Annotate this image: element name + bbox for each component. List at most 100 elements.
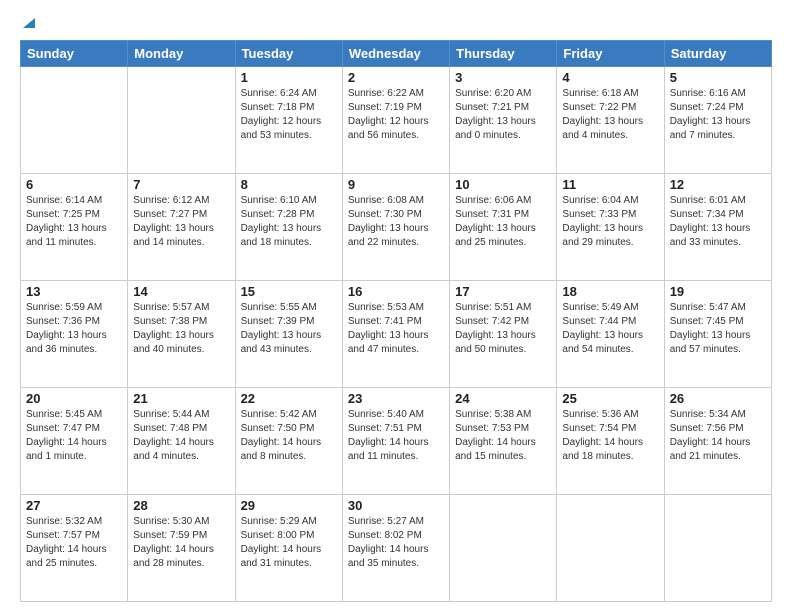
calendar-week-3: 13 Sunrise: 5:59 AM Sunset: 7:36 PM Dayli… <box>21 281 772 388</box>
day-number: 8 <box>241 177 337 192</box>
day-info: Sunrise: 6:12 AM Sunset: 7:27 PM Dayligh… <box>133 194 229 250</box>
calendar-cell: 5 Sunrise: 6:16 AM Sunset: 7:24 PM Daylig… <box>664 67 771 174</box>
day-info: Sunrise: 6:16 AM Sunset: 7:24 PM Dayligh… <box>670 87 766 143</box>
day-info: Sunrise: 5:42 AM Sunset: 7:50 PM Dayligh… <box>241 408 337 464</box>
calendar-cell: 30 Sunrise: 5:27 AM Sunset: 8:02 PM Dayli… <box>342 495 449 602</box>
day-info: Sunrise: 5:53 AM Sunset: 7:41 PM Dayligh… <box>348 301 444 357</box>
day-info: Sunrise: 5:38 AM Sunset: 7:53 PM Dayligh… <box>455 408 551 464</box>
calendar-cell: 21 Sunrise: 5:44 AM Sunset: 7:48 PM Dayli… <box>128 388 235 495</box>
day-number: 17 <box>455 284 551 299</box>
day-number: 28 <box>133 498 229 513</box>
day-info: Sunrise: 6:10 AM Sunset: 7:28 PM Dayligh… <box>241 194 337 250</box>
calendar-cell: 8 Sunrise: 6:10 AM Sunset: 7:28 PM Daylig… <box>235 174 342 281</box>
day-info: Sunrise: 5:44 AM Sunset: 7:48 PM Dayligh… <box>133 408 229 464</box>
day-info: Sunrise: 5:40 AM Sunset: 7:51 PM Dayligh… <box>348 408 444 464</box>
day-info: Sunrise: 5:59 AM Sunset: 7:36 PM Dayligh… <box>26 301 122 357</box>
calendar-cell: 16 Sunrise: 5:53 AM Sunset: 7:41 PM Dayli… <box>342 281 449 388</box>
calendar-cell: 9 Sunrise: 6:08 AM Sunset: 7:30 PM Daylig… <box>342 174 449 281</box>
day-number: 27 <box>26 498 122 513</box>
header <box>20 16 772 30</box>
calendar-cell: 22 Sunrise: 5:42 AM Sunset: 7:50 PM Dayli… <box>235 388 342 495</box>
calendar-week-1: 1 Sunrise: 6:24 AM Sunset: 7:18 PM Daylig… <box>21 67 772 174</box>
day-number: 16 <box>348 284 444 299</box>
calendar-cell: 4 Sunrise: 6:18 AM Sunset: 7:22 PM Daylig… <box>557 67 664 174</box>
calendar-cell: 28 Sunrise: 5:30 AM Sunset: 7:59 PM Dayli… <box>128 495 235 602</box>
calendar-week-4: 20 Sunrise: 5:45 AM Sunset: 7:47 PM Dayli… <box>21 388 772 495</box>
day-info: Sunrise: 6:24 AM Sunset: 7:18 PM Dayligh… <box>241 87 337 143</box>
day-number: 4 <box>562 70 658 85</box>
day-header-thursday: Thursday <box>450 41 557 67</box>
calendar-cell: 1 Sunrise: 6:24 AM Sunset: 7:18 PM Daylig… <box>235 67 342 174</box>
day-info: Sunrise: 5:49 AM Sunset: 7:44 PM Dayligh… <box>562 301 658 357</box>
day-info: Sunrise: 5:27 AM Sunset: 8:02 PM Dayligh… <box>348 515 444 571</box>
day-header-saturday: Saturday <box>664 41 771 67</box>
day-number: 18 <box>562 284 658 299</box>
day-number: 1 <box>241 70 337 85</box>
calendar-cell <box>21 67 128 174</box>
day-header-friday: Friday <box>557 41 664 67</box>
day-number: 15 <box>241 284 337 299</box>
calendar-cell: 25 Sunrise: 5:36 AM Sunset: 7:54 PM Dayli… <box>557 388 664 495</box>
calendar-week-5: 27 Sunrise: 5:32 AM Sunset: 7:57 PM Dayli… <box>21 495 772 602</box>
calendar-cell: 10Sunrise: 6:06 AM Sunset: 7:31 PM Dayli… <box>450 174 557 281</box>
calendar-cell: 26 Sunrise: 5:34 AM Sunset: 7:56 PM Dayli… <box>664 388 771 495</box>
day-info: Sunrise: 5:55 AM Sunset: 7:39 PM Dayligh… <box>241 301 337 357</box>
day-number: 5 <box>670 70 766 85</box>
day-header-tuesday: Tuesday <box>235 41 342 67</box>
day-number: 6 <box>26 177 122 192</box>
day-number: 9 <box>348 177 444 192</box>
day-number: 22 <box>241 391 337 406</box>
logo-icon <box>21 16 35 30</box>
day-number: 14 <box>133 284 229 299</box>
calendar-week-2: 6Sunrise: 6:14 AM Sunset: 7:25 PM Daylig… <box>21 174 772 281</box>
calendar-cell <box>664 495 771 602</box>
day-info: Sunrise: 6:08 AM Sunset: 7:30 PM Dayligh… <box>348 194 444 250</box>
calendar-cell: 19 Sunrise: 5:47 AM Sunset: 7:45 PM Dayli… <box>664 281 771 388</box>
day-number: 25 <box>562 391 658 406</box>
calendar-header-row: SundayMondayTuesdayWednesdayThursdayFrid… <box>21 41 772 67</box>
day-number: 3 <box>455 70 551 85</box>
day-header-monday: Monday <box>128 41 235 67</box>
day-info: Sunrise: 6:01 AM Sunset: 7:34 PM Dayligh… <box>670 194 766 250</box>
day-number: 10 <box>455 177 551 192</box>
day-number: 26 <box>670 391 766 406</box>
day-number: 7 <box>133 177 229 192</box>
calendar-cell <box>128 67 235 174</box>
calendar-cell: 11 Sunrise: 6:04 AM Sunset: 7:33 PM Dayli… <box>557 174 664 281</box>
calendar-cell: 7 Sunrise: 6:12 AM Sunset: 7:27 PM Daylig… <box>128 174 235 281</box>
day-info: Sunrise: 5:57 AM Sunset: 7:38 PM Dayligh… <box>133 301 229 357</box>
calendar-cell: 6Sunrise: 6:14 AM Sunset: 7:25 PM Daylig… <box>21 174 128 281</box>
day-info: Sunrise: 5:30 AM Sunset: 7:59 PM Dayligh… <box>133 515 229 571</box>
day-number: 19 <box>670 284 766 299</box>
day-info: Sunrise: 5:36 AM Sunset: 7:54 PM Dayligh… <box>562 408 658 464</box>
day-info: Sunrise: 5:51 AM Sunset: 7:42 PM Dayligh… <box>455 301 551 357</box>
day-info: Sunrise: 6:04 AM Sunset: 7:33 PM Dayligh… <box>562 194 658 250</box>
calendar-cell: 15 Sunrise: 5:55 AM Sunset: 7:39 PM Dayli… <box>235 281 342 388</box>
calendar-body: 1 Sunrise: 6:24 AM Sunset: 7:18 PM Daylig… <box>21 67 772 602</box>
page: SundayMondayTuesdayWednesdayThursdayFrid… <box>0 0 792 612</box>
day-number: 12 <box>670 177 766 192</box>
day-number: 30 <box>348 498 444 513</box>
day-header-wednesday: Wednesday <box>342 41 449 67</box>
calendar-cell: 13 Sunrise: 5:59 AM Sunset: 7:36 PM Dayli… <box>21 281 128 388</box>
day-info: Sunrise: 5:32 AM Sunset: 7:57 PM Dayligh… <box>26 515 122 571</box>
day-number: 29 <box>241 498 337 513</box>
calendar-cell: 3 Sunrise: 6:20 AM Sunset: 7:21 PM Daylig… <box>450 67 557 174</box>
day-info: Sunrise: 6:18 AM Sunset: 7:22 PM Dayligh… <box>562 87 658 143</box>
day-number: 13 <box>26 284 122 299</box>
calendar-cell: 2Sunrise: 6:22 AM Sunset: 7:19 PM Daylig… <box>342 67 449 174</box>
calendar-cell: 20 Sunrise: 5:45 AM Sunset: 7:47 PM Dayli… <box>21 388 128 495</box>
calendar-cell: 18 Sunrise: 5:49 AM Sunset: 7:44 PM Dayli… <box>557 281 664 388</box>
day-number: 11 <box>562 177 658 192</box>
calendar-cell: 23 Sunrise: 5:40 AM Sunset: 7:51 PM Dayli… <box>342 388 449 495</box>
day-info: Sunrise: 5:47 AM Sunset: 7:45 PM Dayligh… <box>670 301 766 357</box>
calendar-cell: 24Sunrise: 5:38 AM Sunset: 7:53 PM Dayli… <box>450 388 557 495</box>
logo <box>20 16 35 30</box>
calendar-cell: 12 Sunrise: 6:01 AM Sunset: 7:34 PM Dayli… <box>664 174 771 281</box>
day-info: Sunrise: 6:20 AM Sunset: 7:21 PM Dayligh… <box>455 87 551 143</box>
day-number: 20 <box>26 391 122 406</box>
day-number: 23 <box>348 391 444 406</box>
day-info: Sunrise: 5:34 AM Sunset: 7:56 PM Dayligh… <box>670 408 766 464</box>
day-info: Sunrise: 5:45 AM Sunset: 7:47 PM Dayligh… <box>26 408 122 464</box>
day-number: 21 <box>133 391 229 406</box>
